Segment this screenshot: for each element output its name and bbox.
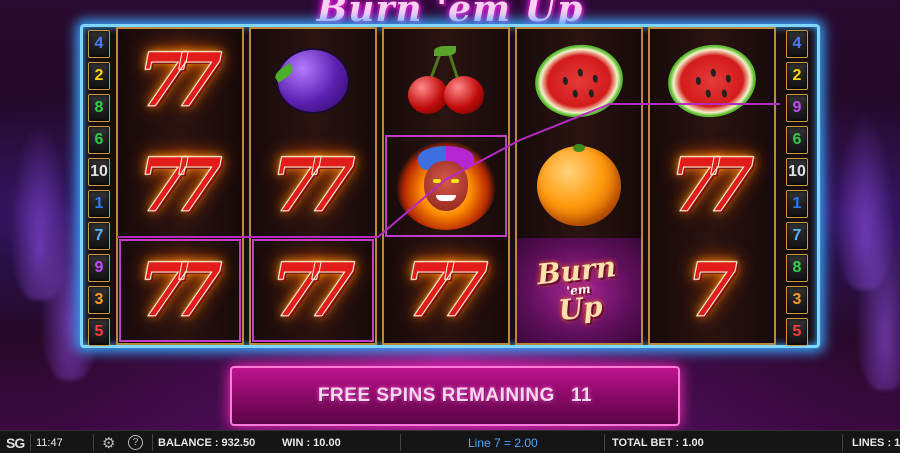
payline-badge-7[interactable]: 7 [786,222,808,250]
reel-cell [251,29,375,134]
reel-cell: Burn'em Up [517,238,641,344]
payline-badge-10[interactable]: 10 [786,158,808,186]
free-spins-banner: FREE SPINS REMAINING 11 [230,366,680,426]
reel-cell [517,134,641,239]
plum-symbol [278,50,348,113]
payline-badge-8[interactable]: 8 [786,254,808,282]
watermelon-symbol [663,39,761,124]
payline-badge-8[interactable]: 8 [88,94,110,122]
reel-cell: 77 [650,134,774,239]
clock-time: 11:47 [36,436,63,449]
double-seven-symbol: 77 [403,247,489,334]
status-bar: SG 11:47 ⚙ ? BALANCE : 932.50 WIN : 10.0… [0,430,900,453]
reel-cell: 77 [118,134,242,239]
payline-badge-1[interactable]: 1 [88,190,110,218]
balance-display: BALANCE : 932.50 [158,436,256,449]
payline-badge-7[interactable]: 7 [88,222,110,250]
reel-1: 77 77 77 [116,27,244,345]
payline-badge-4[interactable]: 4 [88,30,110,58]
double-seven-symbol: 77 [270,247,356,334]
orange-symbol [537,144,621,226]
payline-badge-2[interactable]: 2 [786,62,808,90]
reel-2: 77 77 [249,27,377,345]
brand-logo: SG [6,434,25,451]
settings-gear-icon[interactable]: ⚙ [102,431,115,453]
reel-cell [384,29,508,134]
payline-badge-9[interactable]: 9 [88,254,110,282]
reel-cell: 77 [118,29,242,134]
reel-cell: 77 [251,238,375,343]
reel-3: 77 [382,27,510,345]
divider [842,434,843,451]
question-icon: ? [128,435,143,450]
double-seven-symbol: 77 [669,143,755,229]
cherries-symbol [404,44,488,118]
joker-wild-symbol [396,142,496,230]
divider [93,434,94,451]
divider [152,434,153,451]
double-seven-symbol: 77 [270,143,356,229]
reel-cell: 77 [251,134,375,239]
payline-badge-9[interactable]: 9 [786,94,808,122]
reel-cell [517,29,641,134]
double-seven-symbol: 77 [137,247,223,334]
reel-cell: 77 [384,238,508,343]
payline-badge-5[interactable]: 5 [786,318,808,346]
watermelon-symbol [530,39,628,124]
payline-badge-6[interactable]: 6 [88,126,110,154]
free-spins-count: 11 [570,385,593,406]
payline-badge-2[interactable]: 2 [88,62,110,90]
reel-cell: 77 [118,238,242,343]
seven-symbol: 7 [686,247,738,334]
payline-badge-10[interactable]: 10 [88,158,110,186]
line-win-display: Line 7 = 2.00 [468,435,538,450]
reel-cell: 7 [650,238,774,343]
reel-cell [650,29,774,134]
free-spins-label: FREE SPINS REMAINING [317,385,555,406]
help-button[interactable]: ? [128,431,143,453]
payline-indicators-left: 4 2 8 6 10 1 7 9 3 5 [88,30,112,346]
double-seven-symbol: 77 [137,143,223,229]
reel-5: 77 7 [648,27,776,345]
burn-em-up-scatter-symbol: Burn'em Up [536,250,621,327]
payline-badge-5[interactable]: 5 [88,318,110,346]
divider [604,434,605,451]
payline-badge-6[interactable]: 6 [786,126,808,154]
lines-display: LINES : 10 [852,436,900,449]
total-bet-display: TOTAL BET : 1.00 [612,436,704,449]
divider [30,434,31,451]
payline-badge-3[interactable]: 3 [88,286,110,314]
payline-indicators-right: 4 2 9 6 10 1 7 8 3 5 [786,30,810,346]
reel-cell [384,134,508,239]
payline-badge-1[interactable]: 1 [786,190,808,218]
double-seven-symbol: 77 [137,38,223,125]
payline-badge-3[interactable]: 3 [786,286,808,314]
reel-4: Burn'em Up [515,27,643,345]
divider [400,434,401,451]
payline-badge-4[interactable]: 4 [786,30,808,58]
win-display: WIN : 10.00 [282,436,341,449]
